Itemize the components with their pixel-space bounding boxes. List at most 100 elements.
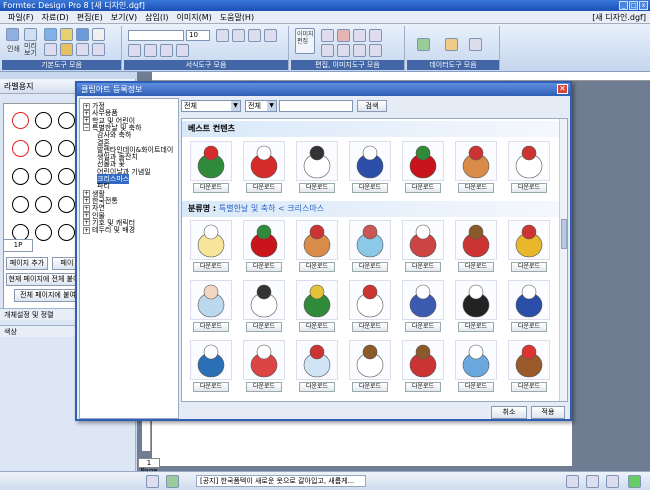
clipart-card[interactable]: 다운로드 bbox=[296, 280, 338, 332]
download-button[interactable]: 다운로드 bbox=[193, 382, 229, 392]
snowman-clipart-icon[interactable] bbox=[243, 280, 285, 320]
download-button[interactable]: 다운로드 bbox=[193, 183, 229, 193]
download-button[interactable]: 다운로드 bbox=[352, 382, 388, 392]
merge-icon[interactable] bbox=[445, 38, 458, 51]
snow-globe-clipart-icon[interactable] bbox=[296, 340, 338, 380]
clipart-card[interactable]: 다운로드 bbox=[296, 340, 338, 392]
font-size-combo[interactable]: 10 bbox=[186, 30, 210, 41]
clipart-card[interactable]: 다운로드 bbox=[402, 141, 444, 193]
village-clipart-icon[interactable] bbox=[349, 220, 391, 260]
scissors-icon[interactable] bbox=[337, 44, 350, 57]
download-button[interactable]: 다운로드 bbox=[246, 382, 282, 392]
xmas-tree-clipart-icon[interactable] bbox=[296, 280, 338, 320]
crop-icon[interactable] bbox=[337, 29, 350, 42]
download-button[interactable]: 다운로드 bbox=[352, 322, 388, 332]
download-button[interactable]: 다운로드 bbox=[193, 322, 229, 332]
clipart-card[interactable]: 다운로드 bbox=[243, 220, 285, 272]
expand-toggle-icon[interactable]: − bbox=[83, 124, 90, 132]
download-button[interactable]: 다운로드 bbox=[405, 382, 441, 392]
search-button[interactable]: 검색 bbox=[357, 100, 387, 112]
delete-icon[interactable] bbox=[369, 44, 382, 57]
clipart-card[interactable]: 다운로드 bbox=[243, 280, 285, 332]
apply-all-pages-button[interactable]: 전체 페이지에 붙여 bbox=[14, 289, 82, 302]
zoom-in-icon[interactable] bbox=[76, 43, 89, 56]
penguins-clipart-icon[interactable] bbox=[455, 280, 497, 320]
snow-house-clipart-icon[interactable] bbox=[402, 220, 444, 260]
label-cell[interactable] bbox=[12, 168, 29, 185]
label-cell[interactable] bbox=[35, 140, 52, 157]
label-cell[interactable] bbox=[12, 140, 29, 157]
clipart-card[interactable]: 다운로드 bbox=[190, 280, 232, 332]
italic-icon[interactable] bbox=[232, 29, 245, 42]
download-button[interactable]: 다운로드 bbox=[458, 262, 494, 272]
clipart-card[interactable]: 다운로드 bbox=[508, 340, 550, 392]
edit-icon[interactable] bbox=[586, 475, 599, 488]
santa-clipart-icon[interactable] bbox=[243, 141, 285, 181]
apply-current-page-button[interactable]: 현재 페이지에 전체 붙여 bbox=[6, 273, 82, 286]
label-cell[interactable] bbox=[12, 112, 29, 129]
girl-prayer-clipart-icon[interactable] bbox=[190, 280, 232, 320]
save-icon[interactable] bbox=[76, 28, 89, 41]
clipart-card[interactable]: 다운로드 bbox=[190, 220, 232, 272]
label-cell[interactable] bbox=[58, 224, 75, 241]
clipart-card[interactable]: 다운로드 bbox=[349, 220, 391, 272]
reindeer-clipart-icon[interactable] bbox=[508, 340, 550, 380]
download-button[interactable]: 다운로드 bbox=[511, 382, 547, 392]
download-button[interactable]: 다운로드 bbox=[352, 262, 388, 272]
search-icon[interactable] bbox=[469, 38, 482, 51]
label-cell[interactable] bbox=[58, 140, 75, 157]
layer-icon[interactable] bbox=[369, 29, 382, 42]
align-right-icon[interactable] bbox=[160, 44, 173, 57]
menu-edit[interactable]: 편집(E) bbox=[73, 12, 107, 23]
label-cell[interactable] bbox=[58, 168, 75, 185]
clipart-card[interactable]: 다운로드 bbox=[508, 280, 550, 332]
clipart-card[interactable]: 다운로드 bbox=[455, 220, 497, 272]
snowman-hat-clipart-icon[interactable] bbox=[508, 280, 550, 320]
poinsettia-clipart-icon[interactable] bbox=[243, 220, 285, 260]
label-cell[interactable] bbox=[58, 112, 75, 129]
lock-icon[interactable] bbox=[353, 44, 366, 57]
zoom-out-icon[interactable] bbox=[92, 43, 105, 56]
download-button[interactable]: 다운로드 bbox=[511, 262, 547, 272]
align-left-icon[interactable] bbox=[128, 44, 141, 57]
download-button[interactable]: 다운로드 bbox=[299, 322, 335, 332]
home-icon[interactable] bbox=[166, 475, 179, 488]
menu-image[interactable]: 이미지(M) bbox=[173, 12, 216, 23]
snowman-clipart-icon[interactable] bbox=[296, 141, 338, 181]
print-icon[interactable] bbox=[6, 28, 19, 41]
clipart-card[interactable]: 다운로드 bbox=[243, 141, 285, 193]
group-icon[interactable] bbox=[321, 44, 334, 57]
clipart-card[interactable]: 다운로드 bbox=[349, 141, 391, 193]
download-button[interactable]: 다운로드 bbox=[193, 262, 229, 272]
clipart-card[interactable]: 다운로드 bbox=[243, 340, 285, 392]
grid-icon[interactable] bbox=[146, 475, 159, 488]
download-button[interactable]: 다운로드 bbox=[299, 382, 335, 392]
menu-file[interactable]: 파일(F) bbox=[4, 12, 38, 23]
cancel-button[interactable]: 취소 bbox=[491, 406, 527, 419]
clipart-card[interactable]: 다운로드 bbox=[190, 141, 232, 193]
label-cell[interactable] bbox=[35, 112, 52, 129]
flip-icon[interactable] bbox=[353, 29, 366, 42]
type-filter-select[interactable]: 전체 ▼ bbox=[245, 100, 277, 112]
search-input[interactable] bbox=[279, 100, 353, 112]
category-filter-select[interactable]: 전체 ▼ bbox=[181, 100, 241, 112]
clipart-card[interactable]: 다운로드 bbox=[349, 340, 391, 392]
copy-icon[interactable] bbox=[92, 28, 105, 41]
church-clipart-icon[interactable] bbox=[296, 220, 338, 260]
label-cell[interactable] bbox=[35, 196, 52, 213]
angel-clipart-icon[interactable] bbox=[190, 220, 232, 260]
font-combo[interactable] bbox=[128, 30, 184, 41]
strike-icon[interactable] bbox=[264, 29, 277, 42]
clipart-card[interactable]: 다운로드 bbox=[455, 340, 497, 392]
label-cell[interactable] bbox=[58, 196, 75, 213]
scrollbar-thumb[interactable] bbox=[561, 219, 567, 249]
label-cell[interactable] bbox=[12, 196, 29, 213]
new-icon[interactable] bbox=[44, 28, 57, 41]
download-button[interactable]: 다운로드 bbox=[246, 322, 282, 332]
snowman-red-clipart-icon[interactable] bbox=[349, 280, 391, 320]
label-cell[interactable] bbox=[35, 224, 52, 241]
menu-insert[interactable]: 삽입(I) bbox=[141, 12, 172, 23]
snowman-blue-clipart-icon[interactable] bbox=[402, 280, 444, 320]
dialog-close-button[interactable]: ✕ bbox=[557, 84, 568, 94]
clipart-card[interactable]: 다운로드 bbox=[296, 141, 338, 193]
